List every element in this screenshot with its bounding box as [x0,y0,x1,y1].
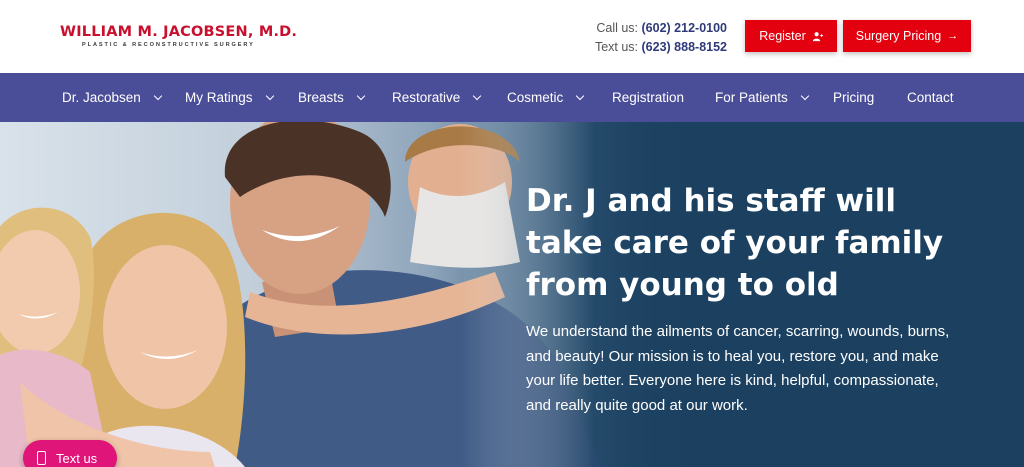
text-number-link[interactable]: (623) 888-8152 [642,40,727,54]
text-us-label: Text us [56,450,98,466]
contact-info: Call us: (602) 212-0100 Text us: (623) 8… [595,19,727,57]
mobile-phone-icon [37,451,46,465]
nav-label: Dr. Jacobsen [62,90,141,105]
nav-item-registration[interactable]: Registration [612,73,684,122]
hero-description: We understand the ailments of cancer, sc… [526,323,950,414]
nav-label: Registration [612,90,685,105]
nav-item-cosmetic[interactable]: Cosmetic [507,73,585,122]
site-logo[interactable]: WILLIAM M. JACOBSEN, M.D. PLASTIC & RECO… [60,24,298,48]
hero-banner: Dr. J and his staff will take care of yo… [0,122,1024,467]
logo-tagline: PLASTIC & RECONSTRUCTIVE SURGERY [82,42,255,48]
nav-item-pricing[interactable]: Pricing [833,73,874,122]
nav-label: Breasts [298,90,344,105]
main-nav: Dr. Jacobsen My Ratings Breasts Restorat… [0,73,1024,122]
site-header: WILLIAM M. JACOBSEN, M.D. PLASTIC & RECO… [0,0,1024,73]
register-button[interactable]: Register [745,20,837,52]
surgery-pricing-button[interactable]: Surgery Pricing → [843,20,971,52]
nav-label: Cosmetic [507,90,564,105]
nav-item-restorative[interactable]: Restorative [392,73,482,122]
nav-item-for-patients[interactable]: For Patients [715,73,810,122]
call-line: Call us: (602) 212-0100 [595,19,727,38]
nav-item-breasts[interactable]: Breasts [298,73,366,122]
arrow-right-icon: → [947,30,959,42]
nav-item-contact[interactable]: Contact [907,73,954,122]
nav-label: Pricing [833,90,875,105]
text-line: Text us: (623) 888-8152 [595,38,727,57]
call-number-link[interactable]: (602) 212-0100 [642,21,727,35]
chevron-down-icon [265,91,274,100]
surgery-pricing-label: Surgery Pricing [855,29,942,43]
nav-item-dr-jacobsen[interactable]: Dr. Jacobsen [62,73,163,122]
logo-name: WILLIAM M. JACOBSEN, M.D. [60,24,298,40]
chevron-down-icon [473,91,482,100]
register-label: Register [759,29,806,43]
chevron-down-icon [356,91,366,100]
chevron-down-icon [153,91,163,100]
text-us-widget[interactable]: Text us [23,440,117,467]
chevron-down-icon [800,91,810,100]
chevron-down-icon [576,91,585,100]
text-label: Text us: [594,40,639,54]
hero-title: Dr. J and his staff will take care of yo… [526,180,996,306]
hero-title-line: from young to old [526,267,839,303]
hero-title-line: Dr. J and his staff will [526,183,897,219]
nav-label: For Patients [715,90,788,105]
nav-label: My Ratings [185,90,253,105]
nav-label: Contact [907,90,954,105]
user-plus-icon [812,31,823,41]
nav-label: Restorative [392,90,461,105]
call-label: Call us: [596,21,639,35]
nav-item-my-ratings[interactable]: My Ratings [185,73,274,122]
hero-title-line: take care of your family [526,225,944,261]
